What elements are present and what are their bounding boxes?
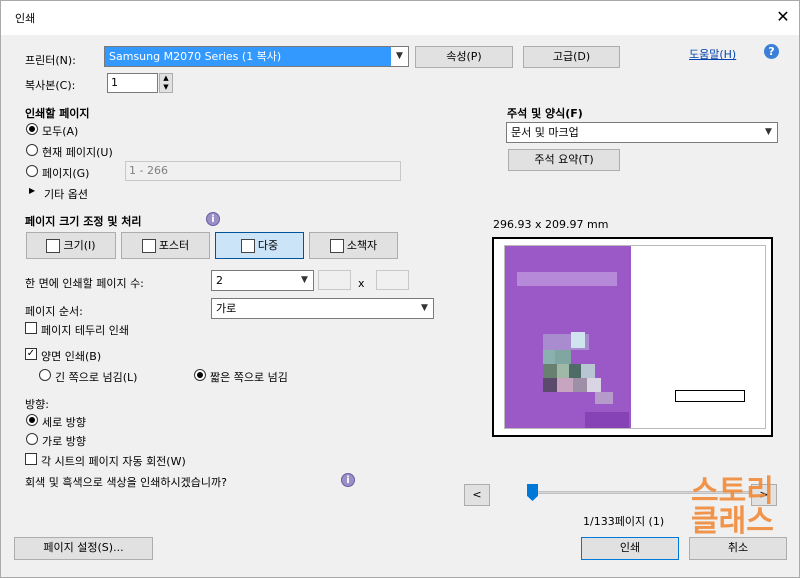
landscape-label: 가로 방향 xyxy=(42,435,86,448)
current-page-radio[interactable] xyxy=(26,144,38,156)
landscape-radio[interactable] xyxy=(26,433,38,445)
auto-rotate-label: 각 시트의 페이지 자동 회전(W) xyxy=(41,455,186,468)
comments-heading: 주석 및 양식(F) xyxy=(507,107,583,120)
short-edge-label: 짧은 쪽으로 넘김 xyxy=(210,371,288,384)
long-edge-radio[interactable] xyxy=(39,369,51,381)
long-edge-label: 긴 쪽으로 넘김(L) xyxy=(55,371,138,384)
size-mode-button[interactable]: 크기(I) xyxy=(26,232,116,259)
page-setup-button[interactable]: 페이지 설정(S)... xyxy=(14,537,153,560)
print-button[interactable]: 인쇄 xyxy=(581,537,679,560)
page-slider-thumb[interactable] xyxy=(527,484,538,501)
comments-selected-value: 문서 및 마크업 xyxy=(511,126,579,139)
chevron-down-icon: ▼ xyxy=(765,127,772,137)
page-order-label: 페이지 순서: xyxy=(25,305,83,318)
multiple-pages-icon xyxy=(240,239,255,253)
copies-spinner[interactable]: ▲ ▼ xyxy=(159,73,173,93)
poster-mode-button[interactable]: 포스터 xyxy=(121,232,210,259)
info-icon[interactable]: i xyxy=(206,212,220,226)
short-edge-radio[interactable] xyxy=(194,369,206,381)
print-border-checkbox[interactable] xyxy=(25,322,37,334)
portrait-label: 세로 방향 xyxy=(42,416,86,429)
printer-label: 프린터(N): xyxy=(25,54,76,67)
print-preview xyxy=(492,237,773,437)
chevron-down-icon: ▼ xyxy=(301,275,308,285)
pages-heading: 인쇄할 페이지 xyxy=(25,107,90,120)
page-order-value: 가로 xyxy=(216,302,237,315)
size-mode-label: 크기(I) xyxy=(63,239,96,252)
pages-per-sheet-value: 2 xyxy=(216,274,223,287)
grayscale-question: 회색 및 흑색으로 색상을 인쇄하시겠습니까? xyxy=(25,476,227,489)
duplex-checkbox[interactable]: ✓ xyxy=(25,348,37,360)
booklet-icon xyxy=(329,239,344,253)
current-page-label: 현재 페이지(U) xyxy=(42,146,113,159)
all-pages-label: 모두(A) xyxy=(42,125,79,138)
preview-sheet xyxy=(504,245,766,429)
auto-rotate-checkbox[interactable] xyxy=(25,453,37,465)
page-range-input[interactable]: 1 - 266 xyxy=(125,161,401,181)
chevron-down-icon: ▼ xyxy=(421,303,428,313)
orientation-heading: 방향: xyxy=(25,398,49,411)
copies-label: 복사본(C): xyxy=(25,79,76,92)
title-bar: 인쇄 ✕ xyxy=(1,1,799,35)
paper-size-label: 296.93 x 209.97 mm xyxy=(493,218,609,231)
times-separator: x xyxy=(358,277,365,290)
preview-page-right-text xyxy=(675,390,745,402)
page-range-radio[interactable] xyxy=(26,165,38,177)
portrait-radio[interactable] xyxy=(26,414,38,426)
size-icon xyxy=(46,239,61,253)
comments-select[interactable]: 문서 및 마크업 ▼ xyxy=(506,122,778,143)
printer-select[interactable]: Samsung M2070 Series (1 복사) ▼ xyxy=(104,46,409,67)
help-link[interactable]: 도움말(H) xyxy=(689,46,736,62)
help-icon[interactable]: ? xyxy=(764,44,779,59)
pages-per-sheet-label: 한 면에 인쇄할 페이지 수: xyxy=(25,277,144,290)
page-order-select[interactable]: 가로 ▼ xyxy=(211,298,434,319)
booklet-mode-label: 소책자 xyxy=(346,239,378,252)
window-title: 인쇄 xyxy=(15,12,36,25)
close-icon[interactable]: ✕ xyxy=(773,6,793,28)
copies-input[interactable]: 1 xyxy=(107,73,158,93)
expand-triangle-icon[interactable]: ▶ xyxy=(29,186,35,195)
poster-mode-label: 포스터 xyxy=(158,239,190,252)
page-range-label: 페이지(G) xyxy=(42,167,90,180)
prev-page-button[interactable]: < xyxy=(464,484,490,506)
multiple-mode-button[interactable]: 다중 xyxy=(215,232,304,259)
poster-icon xyxy=(141,239,156,253)
page-status: 1/133페이지 (1) xyxy=(583,515,665,528)
preview-page-left-image xyxy=(505,246,631,428)
columns-input[interactable] xyxy=(318,270,351,290)
printer-selected-value: Samsung M2070 Series (1 복사) xyxy=(109,50,282,63)
advanced-button[interactable]: 고급(D) xyxy=(523,46,620,68)
info-icon[interactable]: i xyxy=(341,473,355,487)
print-border-label: 페이지 테두리 인쇄 xyxy=(41,324,129,337)
print-dialog: 인쇄 ✕ 프린터(N): Samsung M2070 Series (1 복사)… xyxy=(0,0,800,578)
more-options-label[interactable]: 기타 옵션 xyxy=(44,186,88,202)
pages-per-sheet-select[interactable]: 2 ▼ xyxy=(211,270,314,291)
summarize-comments-button[interactable]: 주석 요약(T) xyxy=(508,149,620,171)
rows-input[interactable] xyxy=(376,270,409,290)
properties-button[interactable]: 속성(P) xyxy=(415,46,513,68)
cancel-button[interactable]: 취소 xyxy=(689,537,787,560)
watermark-logo: 스토리 클래스 xyxy=(691,474,774,539)
chevron-down-icon: ▼ xyxy=(391,47,408,66)
booklet-mode-button[interactable]: 소책자 xyxy=(309,232,398,259)
duplex-label: 양면 인쇄(B) xyxy=(41,350,102,363)
sizing-heading: 페이지 크기 조정 및 처리 xyxy=(25,215,142,228)
all-pages-radio[interactable] xyxy=(26,123,38,135)
multiple-mode-label: 다중 xyxy=(257,239,279,252)
